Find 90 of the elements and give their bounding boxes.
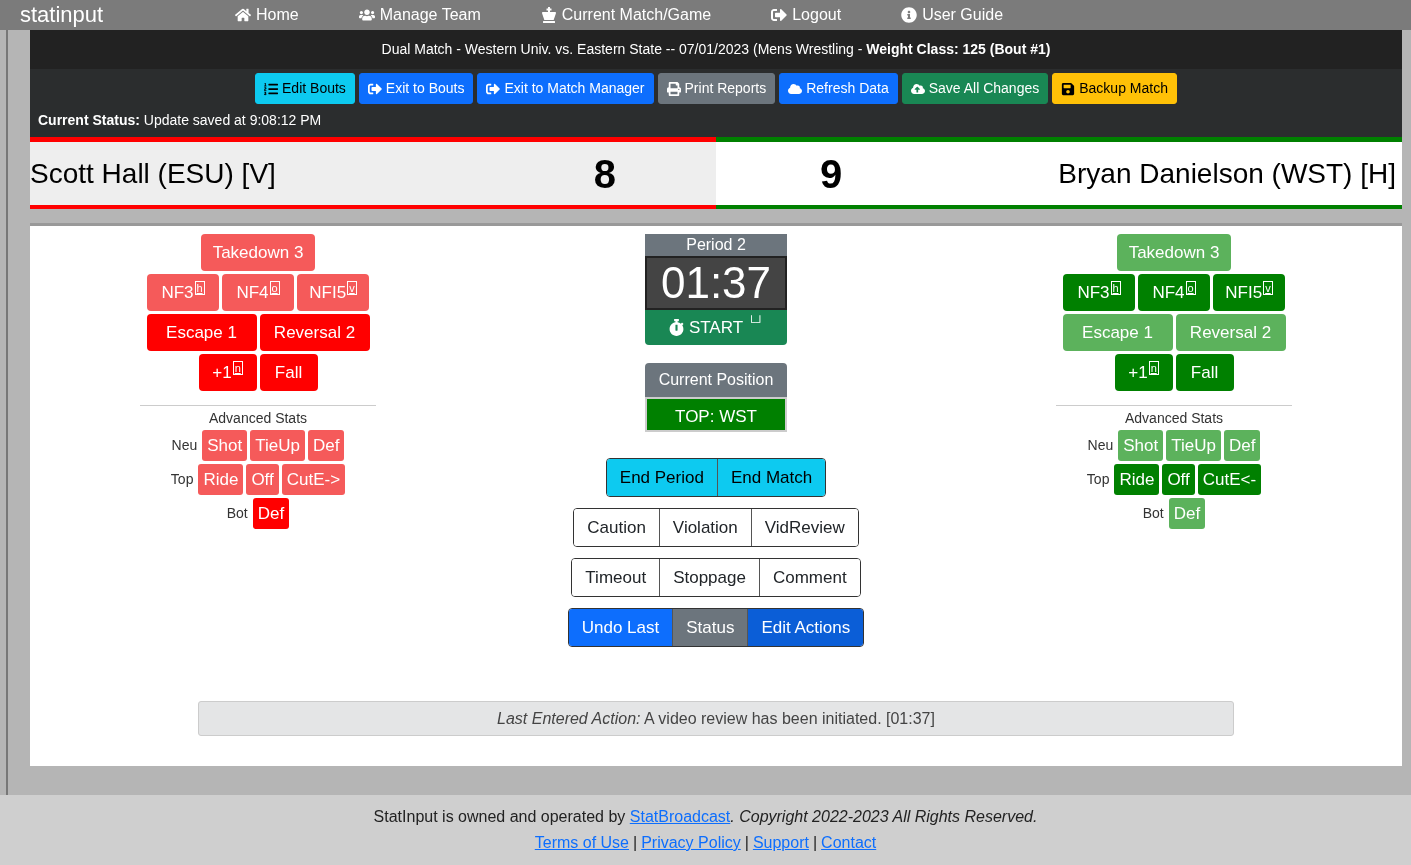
chess-piece-icon <box>540 7 557 23</box>
separator: | <box>812 833 818 853</box>
nav-link[interactable]: Current Match/Game <box>540 3 712 27</box>
period-label: Period 2 <box>645 234 787 256</box>
section-title: Advanced Stats <box>208 409 308 428</box>
action-button[interactable]: Takedown 3 <box>200 234 316 271</box>
nav-link[interactable]: Manage Team <box>358 3 481 27</box>
action-button[interactable]: NF4 $^{o}$ <box>222 274 294 311</box>
stat-button[interactable]: Def <box>307 430 345 461</box>
row-label: Bot <box>1142 504 1164 523</box>
nav-link[interactable]: Home <box>235 3 299 27</box>
toolbar-button[interactable]: Backup Match <box>1052 73 1177 104</box>
nav-link[interactable]: Logout <box>771 3 842 27</box>
row-label: Top <box>1086 470 1110 489</box>
control-button[interactable]: End Match <box>716 459 826 496</box>
match-title: Dual Match - Western Univ. vs. Eastern State -- 07/01/2023 (Mens Wrestling - Weight Class: 125 (Bout #1) <box>30 30 1402 69</box>
start-button[interactable]: START $^{└┘}$ <box>645 310 787 345</box>
clock-display: 01:37 <box>645 256 787 310</box>
action-button[interactable]: Fall <box>259 354 318 391</box>
stat-button[interactable]: Def <box>1223 430 1261 461</box>
control-button[interactable]: Comment <box>758 559 860 596</box>
wrestler-name: Scott Hall (ESU) [V] <box>30 156 277 191</box>
action-button[interactable]: Escape 1 <box>1062 314 1173 351</box>
separator: | <box>633 833 638 853</box>
control-button[interactable]: End Period <box>606 459 717 496</box>
control-button[interactable]: Undo Last <box>568 609 673 646</box>
footer-link[interactable]: Support <box>752 831 809 855</box>
stat-button[interactable]: Shot <box>1118 430 1164 461</box>
action-button[interactable]: Takedown 3 <box>1116 234 1232 271</box>
action-button[interactable]: Reversal 2 <box>1175 314 1286 351</box>
stat-button[interactable]: Ride <box>1114 464 1160 495</box>
toolbar-button[interactable]: Edit Bouts <box>255 73 355 104</box>
footer-text: StatInput is owned and operated by StatBroadcast. Copyright 2022-2023 All Rights Reserved. <box>373 807 1038 827</box>
action-button[interactable]: +1 $^{n}$ <box>198 354 257 391</box>
stat-button[interactable]: TieUp <box>250 430 305 461</box>
exit-icon <box>486 81 501 96</box>
action-button[interactable]: NF4 $^{o}$ <box>1138 274 1210 311</box>
stat-button[interactable]: TieUp <box>1166 430 1221 461</box>
control-button[interactable]: Status <box>672 609 748 646</box>
stat-button[interactable]: Ride <box>198 464 244 495</box>
action-button[interactable]: Reversal 2 <box>259 314 370 351</box>
stat-button[interactable]: CutE-> <box>281 464 346 495</box>
brand-logo[interactable]: statinput <box>20 4 235 26</box>
exit-icon <box>367 81 382 96</box>
toolbar-button[interactable]: Exit to Bouts <box>358 73 474 104</box>
stat-button[interactable]: Off <box>246 464 279 495</box>
nav-link[interactable]: User Guide <box>901 3 1004 27</box>
toolbar-button[interactable]: Print Reports <box>657 73 776 104</box>
row-label: Neu <box>1087 436 1114 455</box>
cloud-upload-icon <box>910 81 925 96</box>
row-label: Bot <box>226 504 248 523</box>
score: 8 <box>593 150 616 198</box>
action-button[interactable]: NFI5 $^{v}$ <box>1213 274 1285 311</box>
position-title: Current Position <box>645 363 787 397</box>
toolbar-button[interactable]: Save All Changes <box>901 73 1049 104</box>
status-text: Current Status: Update saved at 9:08:12 PM <box>37 111 323 130</box>
toolbar-button[interactable]: Exit to Match Manager <box>477 73 654 104</box>
stat-button[interactable]: Def <box>1168 498 1206 529</box>
stat-button[interactable]: CutE<- <box>1197 464 1262 495</box>
action-button[interactable]: Escape 1 <box>146 314 257 351</box>
footer-link[interactable]: Contact <box>821 831 877 855</box>
printer-icon <box>666 81 681 96</box>
toolbar-button[interactable]: Refresh Data <box>779 73 898 104</box>
control-button[interactable]: Edit Actions <box>747 609 864 646</box>
action-button[interactable]: +1 $^{n}$ <box>1114 354 1173 391</box>
home-icon <box>235 7 251 23</box>
info-icon <box>901 7 918 23</box>
action-button[interactable]: NF3 $^{h}$ <box>1063 274 1135 311</box>
score: 9 <box>820 150 844 198</box>
separator: | <box>744 833 749 853</box>
cloud-icon <box>788 81 803 96</box>
people-icon <box>358 7 375 23</box>
stopwatch-icon <box>667 319 685 336</box>
row-label: Top <box>170 470 194 489</box>
logout-icon <box>771 7 788 23</box>
stat-button[interactable]: Off <box>1162 464 1195 495</box>
wrestler-name: Bryan Danielson (WST) [H] <box>1058 156 1396 191</box>
section-title: Advanced Stats <box>1124 409 1224 428</box>
stat-button[interactable]: Def <box>252 498 290 529</box>
row-label: Neu <box>171 436 198 455</box>
action-button[interactable]: Fall <box>1175 354 1234 391</box>
footer-link[interactable]: Terms of Use <box>534 831 629 855</box>
action-button[interactable]: NFI5 $^{v}$ <box>297 274 369 311</box>
stat-button[interactable]: Shot <box>202 430 248 461</box>
list-icon <box>264 81 279 96</box>
footer-link[interactable]: Privacy Policy <box>641 831 741 855</box>
control-button[interactable]: VidReview <box>750 509 858 546</box>
action-button[interactable]: NF3 $^{h}$ <box>147 274 219 311</box>
position-value: TOP: WST <box>645 397 787 432</box>
last-action-text: Last Entered Action: A video review has been initiated. [01:37] <box>497 708 935 729</box>
